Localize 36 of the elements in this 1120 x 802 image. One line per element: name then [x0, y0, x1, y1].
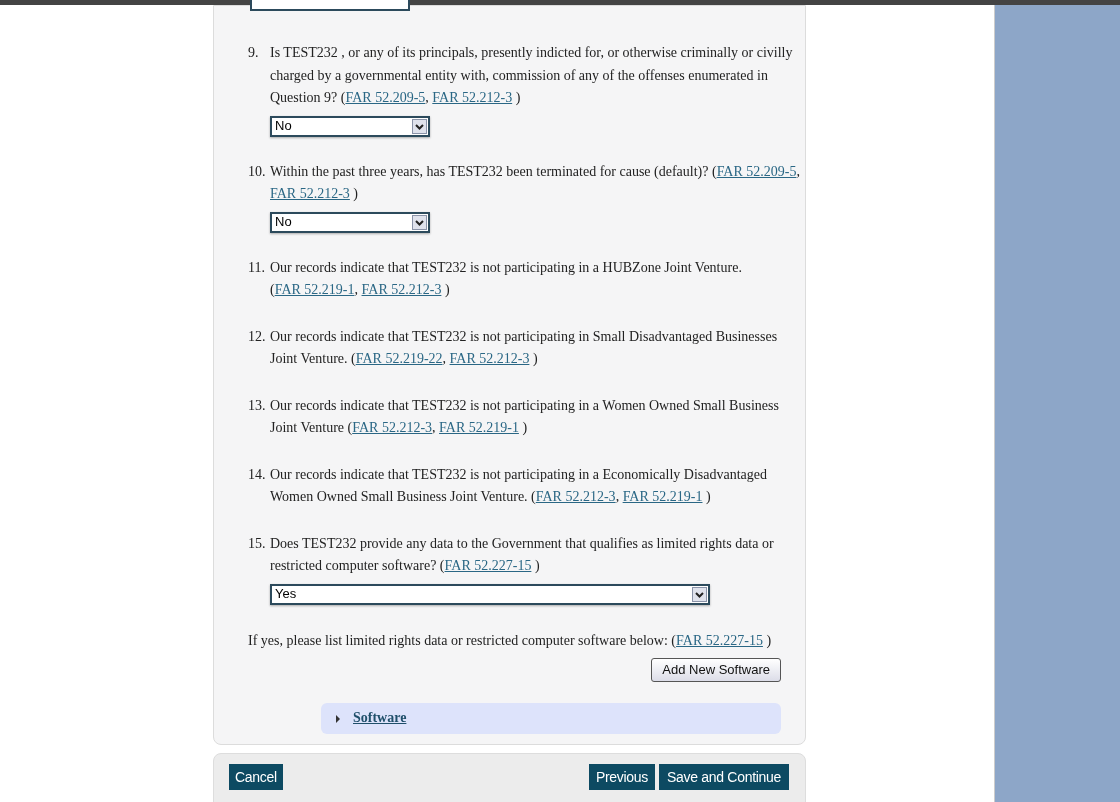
far-link[interactable]: FAR 52.219-1 — [439, 420, 519, 435]
collapsible-section-header[interactable]: Software — [321, 703, 781, 734]
cancel-button[interactable]: Cancel — [229, 764, 283, 790]
far-link[interactable]: FAR 52.212-3 — [432, 90, 513, 105]
dropdown-field[interactable]: No — [270, 115, 430, 137]
add-software-button[interactable]: Add New Software — [651, 658, 781, 682]
question-number: 14. — [248, 465, 267, 484]
question-text: Does TEST232 provide any data to the Government that qualifies as limited rights data or restricted computer software? (FAR 52.227-15 ) — [270, 534, 775, 575]
question-text: Our records indicate that TEST232 is not participating in a Economically Disadvantaged Women Owned Small Business Joint Venture. (FAR 52.212-3, FAR 52.219-1 ) — [270, 465, 768, 506]
far-link[interactable]: FAR 52.227-15 — [676, 632, 763, 648]
question-number: 9. — [248, 44, 260, 62]
question-number: 13. — [248, 396, 267, 415]
question-number: 11. — [248, 258, 266, 277]
instruction-text: If yes, please list limited rights data or restricted computer software below: (FAR 52.227-15 ) — [248, 631, 773, 650]
question-number: 15. — [248, 534, 267, 553]
far-link[interactable]: FAR 52.212-3 — [535, 489, 616, 504]
far-link[interactable]: FAR 52.212-3 — [361, 282, 442, 297]
far-link[interactable]: FAR 52.219-1 — [274, 282, 355, 297]
question-number: 10. — [248, 162, 267, 181]
far-link[interactable]: FAR 52.219-1 — [622, 489, 703, 504]
dropdown-field[interactable]: Yes — [270, 583, 710, 605]
far-link[interactable]: FAR 52.227-15 — [444, 558, 532, 573]
previous-button[interactable]: Previous — [588, 764, 655, 790]
question-text: Our records indicate that TEST232 is not participating in Small Disadvantaged Businesses Joint Venture. (FAR 52.219-22, FAR 52.212-3 ) — [270, 327, 779, 368]
question-number: 12. — [248, 327, 267, 346]
save-and-continue-button[interactable]: Save and Continue — [659, 764, 789, 790]
far-link[interactable]: FAR 52.212-3 — [449, 351, 530, 366]
question-text: Our records indicate that TEST232 is not participating in a HUBZone Joint Venture. (FAR 52.219-1, FAR 52.212-3 ) — [270, 258, 743, 299]
question-text: Within the past three years, has TEST232 been terminated for cause (default)? (FAR 52.209-5, FAR 52.212-3 ) — [270, 162, 801, 203]
question-text: Our records indicate that TEST232 is not participating in a Women Owned Small Business Joint Venture (FAR 52.212-3, FAR 52.219-1 ) — [270, 396, 780, 437]
caret-icon[interactable] — [335, 714, 341, 723]
section-title-link[interactable]: Software — [353, 707, 407, 730]
far-link[interactable]: FAR 52.212-3 — [270, 186, 350, 201]
question-text: Is TEST232 , or any of its principals, presently indicted for, or otherwise criminally or civilly charged by a governmental entity with, commission of any of the offenses enumerated in Question 9? (FAR 52.209-5, FAR 52.212-3 ) — [270, 44, 794, 107]
dropdown-field[interactable]: No — [270, 211, 430, 233]
far-link[interactable]: FAR 52.219-22 — [355, 351, 443, 366]
